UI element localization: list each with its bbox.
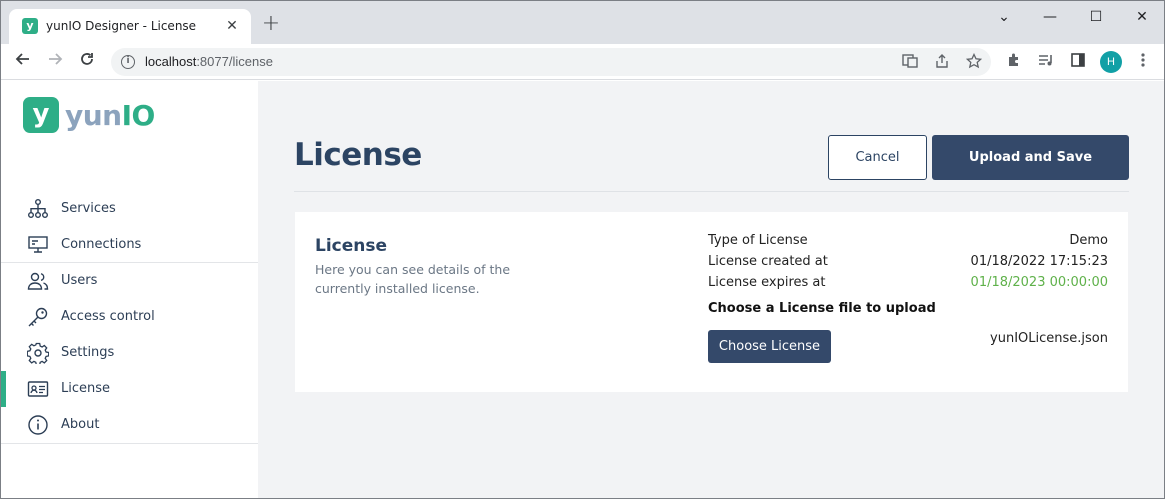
- logo-text: yunIO: [65, 99, 155, 132]
- page-title: License: [294, 137, 422, 173]
- url-text: localhost:8077/license: [145, 54, 273, 69]
- new-tab-button[interactable]: +: [260, 13, 282, 36]
- card-description: Here you can see details of the currentl…: [315, 262, 511, 296]
- license-created-label: License created at: [708, 254, 828, 269]
- browser-window: y yunIO Designer - License ✕ + ⌄ — ☐ ✕ i…: [0, 0, 1165, 499]
- browser-tab[interactable]: y yunIO Designer - License ✕: [9, 9, 251, 44]
- key-icon: [27, 306, 49, 328]
- license-created-value: 01/18/2022 17:15:23: [970, 254, 1108, 269]
- bookmark-star-icon[interactable]: [965, 52, 983, 71]
- license-expires-value: 01/18/2023 00:00:00: [970, 275, 1108, 290]
- header-divider: [294, 191, 1129, 192]
- sidebar-item-settings[interactable]: Settings: [1, 335, 258, 371]
- site-info-icon[interactable]: i: [121, 55, 135, 69]
- card-title: License: [315, 236, 388, 256]
- sidebar: y yunIO Services Connections Users Acces…: [1, 81, 258, 498]
- close-window-button[interactable]: ✕: [1127, 5, 1157, 29]
- info-icon: [27, 414, 49, 436]
- main-content: License Cancel Upload and Save License H…: [258, 81, 1164, 498]
- reload-icon: [81, 53, 93, 65]
- reload-button[interactable]: [74, 49, 100, 75]
- sidebar-item-label: Connections: [61, 237, 142, 252]
- upload-and-save-button[interactable]: Upload and Save: [932, 135, 1129, 180]
- yunio-logo-icon: y: [23, 97, 59, 133]
- yunio-favicon-icon: y: [22, 18, 38, 34]
- gear-icon: [26, 342, 50, 366]
- tab-strip: y yunIO Designer - License ✕ + ⌄ — ☐ ✕: [1, 1, 1164, 44]
- sidebar-item-label: Settings: [61, 345, 115, 360]
- back-arrow-icon: [15, 53, 29, 65]
- forward-button[interactable]: [42, 49, 68, 75]
- sidebar-divider: [1, 443, 258, 444]
- monitor-icon: [27, 234, 49, 256]
- cancel-button[interactable]: Cancel: [828, 135, 927, 180]
- sidebar-item-users[interactable]: Users: [1, 263, 258, 299]
- maximize-button[interactable]: ☐: [1081, 5, 1111, 29]
- share-icon[interactable]: [933, 53, 951, 71]
- sidebar-item-about[interactable]: About: [1, 407, 258, 443]
- kebab-menu-icon[interactable]: [1133, 52, 1153, 72]
- sidebar-item-services[interactable]: Services: [1, 191, 258, 227]
- sidebar-item-label: About: [61, 417, 100, 432]
- sidebar-item-label: Access control: [61, 309, 155, 324]
- address-bar[interactable]: i localhost:8077/license: [111, 48, 991, 76]
- translate-icon[interactable]: [901, 53, 919, 71]
- minimize-button[interactable]: —: [1035, 5, 1065, 29]
- profile-avatar[interactable]: H: [1100, 51, 1122, 73]
- sidebar-item-license[interactable]: License: [1, 371, 258, 407]
- id-card-icon: [27, 378, 49, 400]
- sidebar-item-label: Services: [61, 201, 116, 216]
- back-button[interactable]: [10, 49, 36, 75]
- license-type-value: Demo: [1069, 233, 1108, 248]
- active-indicator: [1, 371, 6, 407]
- choose-license-heading: Choose a License file to upload: [708, 301, 936, 316]
- license-type-label: Type of License: [708, 233, 808, 248]
- tab-close-icon[interactable]: ✕: [223, 17, 241, 35]
- extensions-icon[interactable]: [1004, 52, 1024, 72]
- browser-toolbar: i localhost:8077/license H: [1, 44, 1164, 80]
- sidebar-item-access-control[interactable]: Access control: [1, 299, 258, 335]
- side-panel-icon[interactable]: [1068, 52, 1088, 72]
- forward-arrow-icon: [49, 53, 63, 65]
- license-expires-label: License expires at: [708, 275, 826, 290]
- app-area: y yunIO Services Connections Users Acces…: [1, 81, 1164, 498]
- media-control-icon[interactable]: [1036, 52, 1056, 72]
- sidebar-item-label: Users: [61, 273, 98, 288]
- tab-title: yunIO Designer - License: [46, 19, 197, 33]
- users-icon: [27, 270, 49, 292]
- sidebar-item-connections[interactable]: Connections: [1, 227, 258, 263]
- selected-file-name: yunIOLicense.json: [990, 331, 1108, 346]
- hierarchy-icon: [27, 198, 49, 220]
- sidebar-item-label: License: [61, 381, 111, 396]
- license-card: License Here you can see details of the …: [295, 212, 1128, 392]
- tab-search-icon[interactable]: ⌄: [989, 5, 1019, 29]
- choose-license-button[interactable]: Choose License: [708, 330, 831, 363]
